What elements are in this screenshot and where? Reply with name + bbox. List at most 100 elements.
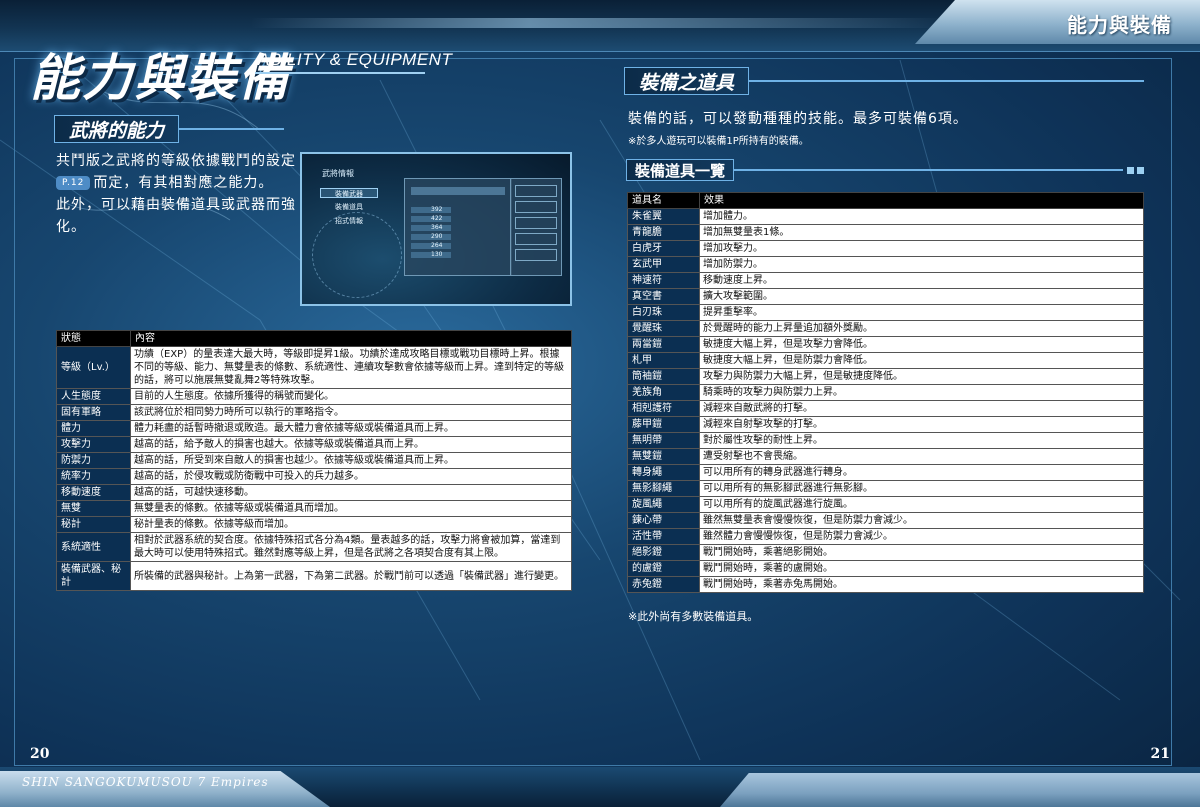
table-row: 攻擊力 越高的話，給予敵人的損害也越大。依據等級或裝備道具而上昇。 — [56, 436, 572, 453]
row-key: 體力 — [56, 420, 131, 437]
section-title-equipment: 裝備之道具 — [624, 67, 750, 95]
row-key: 活性帶 — [627, 528, 700, 545]
row-key: 固有軍略 — [56, 404, 131, 421]
row-value: 該武將位於相同勢力時所可以執行的軍略指令。 — [130, 404, 572, 421]
row-value: 增加無雙量表1條。 — [699, 224, 1144, 241]
row-value: 減輕來自射擊攻擊的打擊。 — [699, 416, 1144, 433]
screen-stat-values: 392 422 364 290 264 130 — [431, 205, 442, 259]
table-row: 神速符 移動速度上昇。 — [627, 272, 1144, 289]
row-key: 札甲 — [627, 352, 700, 369]
screen-slot — [515, 201, 557, 213]
row-value: 對於屬性攻擊的耐性上昇。 — [699, 432, 1144, 449]
screen-stat-value: 364 — [431, 224, 443, 231]
row-key: 旋風繩 — [627, 496, 700, 513]
row-value: 無雙量表的條數。依據等級或裝備道具而增加。 — [130, 500, 572, 517]
row-value: 越高的話，可越快速移動。 — [130, 484, 572, 501]
screen-stat-value: 130 — [431, 251, 443, 258]
table-row: 玄武甲 增加防禦力。 — [627, 256, 1144, 273]
row-value: 擴大攻擊範圍。 — [699, 288, 1144, 305]
row-value: 目前的人生態度。依據所獲得的稱號而變化。 — [130, 388, 572, 405]
heading-rule — [179, 128, 284, 130]
row-key: 轉身繩 — [627, 464, 700, 481]
row-key: 攻擊力 — [56, 436, 131, 453]
game-title: SHIN SANGOKUMUSOU 7 Empires — [22, 775, 269, 789]
column-header: 狀態 — [56, 330, 131, 347]
row-value: 騎乘時的攻擊力與防禦力上昇。 — [699, 384, 1144, 401]
title-underline — [255, 72, 425, 74]
chapter-tab: 能力與裝備 — [915, 0, 1200, 44]
row-value: 戰鬥開始時，乘著的盧開始。 — [699, 560, 1144, 577]
table-header-row: 狀態 內容 — [56, 330, 572, 347]
table-row: 轉身繩 可以用所有的轉身武器進行轉身。 — [627, 464, 1144, 481]
row-value: 可以用所有的轉身武器進行轉身。 — [699, 464, 1144, 481]
screen-slot — [515, 233, 557, 245]
row-value: 秘計量表的條數。依據等級而增加。 — [130, 516, 572, 533]
row-value: 雖然體力會慢慢恢復，但是防禦力會減少。 — [699, 528, 1144, 545]
table-row: 防禦力 越高的話，所受到來自敵人的損害也越少。依據等級或裝備道具而上昇。 — [56, 452, 572, 469]
table-row: 裝備武器、秘計 所裝備的武器與秘計。上為第一武器，下為第二武器。於戰鬥前可以透過「… — [56, 561, 572, 591]
column-header: 內容 — [130, 330, 572, 347]
row-key: 系統適性 — [56, 532, 131, 562]
table-row: 移動速度 越高的話，可越快速移動。 — [56, 484, 572, 501]
section-heading-ability: 武將的能力 — [54, 114, 284, 144]
row-value: 移動速度上昇。 — [699, 272, 1144, 289]
row-value: 可以用所有的無影腳武器進行無影腳。 — [699, 480, 1144, 497]
table-row: 羌族角 騎乘時的攻擊力與防禦力上昇。 — [627, 384, 1144, 401]
table-row: 真空書 擴大攻擊範圍。 — [627, 288, 1144, 305]
table-row: 赤兔鐙 戰鬥開始時，乘著赤兔馬開始。 — [627, 576, 1144, 593]
row-key: 無明帶 — [627, 432, 700, 449]
row-value: 功績（EXP）的量表達大最大時，等級即提昇1級。功績於達成攻略目標或戰功目標時上… — [130, 346, 572, 389]
table-row: 藤甲鎧 減輕來自射擊攻擊的打擊。 — [627, 416, 1144, 433]
screen-slot — [515, 217, 557, 229]
equipment-intro: 裝備的話，可以發動種種的技能。最多可裝備6項。 — [628, 111, 968, 127]
row-value: 增加體力。 — [699, 208, 1144, 225]
row-value: 越高的話，給予敵人的損害也越大。依據等級或裝備道具而上昇。 — [130, 436, 572, 453]
table-row: 人生態度 目前的人生態度。依據所獲得的稱號而變化。 — [56, 388, 572, 405]
row-key: 人生態度 — [56, 388, 131, 405]
table-row: 筒袖鎧 攻擊力與防禦力大幅上昇，但是敏捷度降低。 — [627, 368, 1144, 385]
table-row: 覺醒珠 於覺醒時的能力上昇量追加額外獎勵。 — [627, 320, 1144, 337]
row-key: 的盧鐙 — [627, 560, 700, 577]
table-row: 等級（Lv.） 功績（EXP）的量表達大最大時，等級即提昇1級。功績於達成攻略目標… — [56, 346, 572, 389]
row-key: 無雙 — [56, 500, 131, 517]
table-row: 固有軍略 該武將位於相同勢力時所可以執行的軍略指令。 — [56, 404, 572, 421]
screen-stat-value: 290 — [431, 233, 443, 240]
row-key: 神速符 — [627, 272, 700, 289]
row-value: 攻擊力與防禦力大幅上昇，但是敏捷度降低。 — [699, 368, 1144, 385]
equipment-table: 道具名 效果 朱雀翼 增加體力。 青龍膽 增加無雙量表1條。 白虎牙 增加攻擊力。 玄武甲增… — [627, 192, 1144, 593]
row-key: 白刃珠 — [627, 304, 700, 321]
row-value: 增加攻擊力。 — [699, 240, 1144, 257]
row-key: 鍊心帶 — [627, 512, 700, 529]
screen-slot — [515, 185, 557, 197]
row-key: 藤甲鎧 — [627, 416, 700, 433]
row-value: 所裝備的武器與秘計。上為第一武器，下為第二武器。於戰鬥前可以透過「裝備武器」進行… — [130, 561, 572, 591]
equipment-footnote: ※此外尚有多數裝備道具。 — [628, 610, 759, 623]
table-row: 兩當鎧 敏捷度大幅上昇，但是攻擊力會降低。 — [627, 336, 1144, 353]
ability-intro: 共鬥版之武將的等級依據戰鬥的設定 P.12 而定，有其相對應之能力。 此外，可以藉… — [56, 150, 296, 238]
row-key: 朱雀翼 — [627, 208, 700, 225]
row-value: 敏捷度大幅上昇，但是攻擊力會降低。 — [699, 336, 1144, 353]
table-row: 系統適性 相對於武器系統的契合度。依據特殊招式各分為4類。量表越多的話，攻擊力將會… — [56, 532, 572, 562]
row-key: 筒袖鎧 — [627, 368, 700, 385]
screen-stat-value: 422 — [431, 215, 443, 222]
row-value: 增加防禦力。 — [699, 256, 1144, 273]
row-key: 移動速度 — [56, 484, 131, 501]
screen-stats-panel: 392 422 364 290 264 130 — [404, 178, 512, 276]
row-key: 等級（Lv.） — [56, 346, 131, 389]
bottom-shine-right — [720, 773, 1200, 807]
row-value: 遭受射擊也不會畏縮。 — [699, 448, 1144, 465]
row-key: 秘計 — [56, 516, 131, 533]
screen-stat-value: 392 — [431, 206, 443, 213]
equipment-list-heading: 裝備道具一覽 — [626, 158, 1144, 182]
table-row: 無雙 無雙量表的條數。依據等級或裝備道具而增加。 — [56, 500, 572, 517]
row-value: 戰鬥開始時，乘著赤兔馬開始。 — [699, 576, 1144, 593]
list-title: 裝備道具一覽 — [626, 159, 735, 181]
page-ref-badge: P.12 — [56, 176, 91, 190]
row-key: 真空書 — [627, 288, 700, 305]
multiplayer-note: ※於多人遊玩可以裝備1P所持有的裝備。 — [628, 136, 809, 147]
row-key: 防禦力 — [56, 452, 131, 469]
row-value: 相對於武器系統的契合度。依據特殊招式各分為4類。量表越多的話，攻擊力將會被加算，… — [130, 532, 572, 562]
row-key: 玄武甲 — [627, 256, 700, 273]
heading-rule — [749, 80, 1144, 82]
table-row: 鍊心帶 雖然無雙量表會慢慢恢復，但是防禦力會減少。 — [627, 512, 1144, 529]
